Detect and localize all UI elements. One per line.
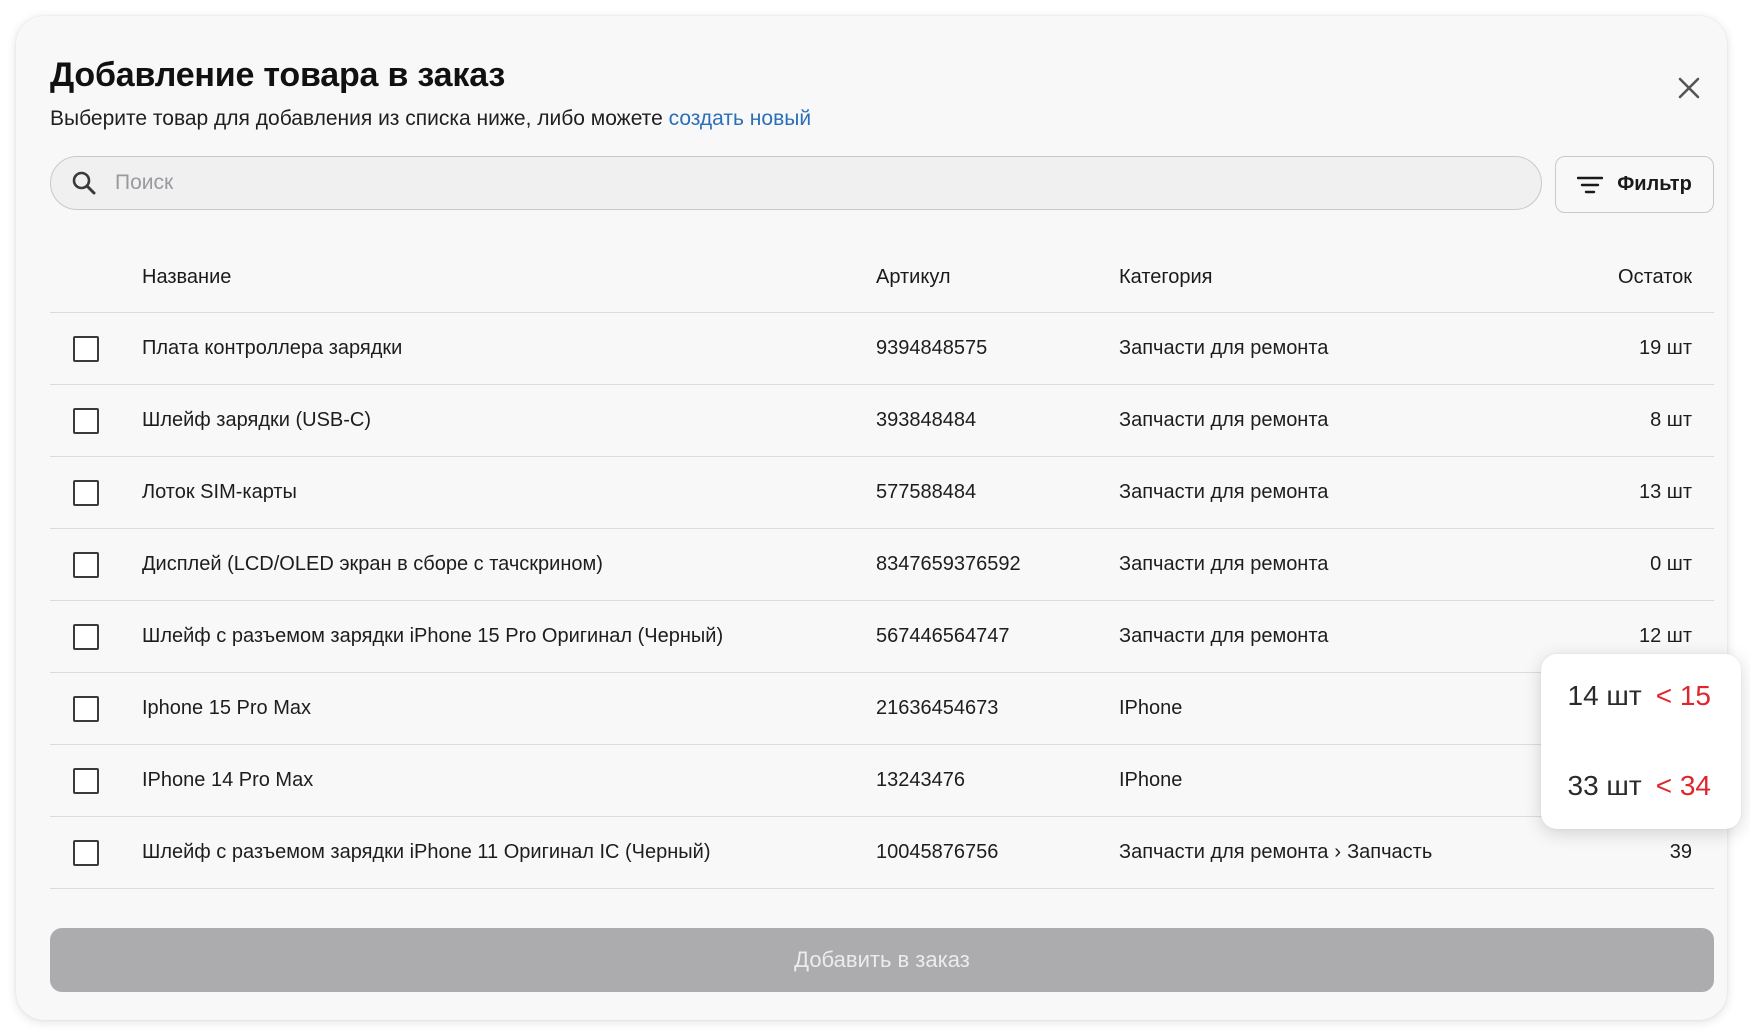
table-row[interactable]: IPhone 14 Pro Max 13243476 IPhone [50, 745, 1714, 817]
header-category[interactable]: Категория [1119, 266, 1213, 289]
add-product-dialog: Добавление товара в заказ Выберите товар… [16, 16, 1741, 1020]
products-table: Название Артикул Категория Остаток Плата… [50, 238, 1714, 889]
close-button[interactable] [1667, 66, 1711, 110]
row-checkbox[interactable] [73, 552, 99, 578]
product-subcategory: Запчасть [1347, 841, 1433, 863]
product-sku: 21636454673 [876, 697, 999, 719]
dialog-title: Добавление товара в заказ [50, 56, 506, 94]
header-stock[interactable]: Остаток [1618, 266, 1692, 289]
product-category: IPhone [1119, 769, 1183, 791]
stock-qty: 33 шт [1567, 770, 1642, 801]
product-category: Запчасти для ремонта [1119, 553, 1329, 575]
product-name: Шлейф с разъемом зарядки iPhone 11 Ориги… [142, 841, 711, 863]
product-name: Дисплей (LCD/OLED экран в сборе с тачскр… [142, 553, 603, 575]
product-category: Запчасти для ремонта [1119, 337, 1329, 359]
product-sku: 10045876756 [876, 841, 999, 863]
product-category-path: Запчасти для ремонта › Запчасть [1119, 841, 1432, 864]
product-category: Запчасти для ремонта [1119, 841, 1329, 863]
table-row[interactable]: Плата контроллера зарядки 9394848575 Зап… [50, 313, 1714, 385]
search-icon [71, 169, 99, 197]
product-sku: 577588484 [876, 481, 977, 503]
table-row[interactable]: Шлейф зарядки (USB-C) 393848484 Запчасти… [50, 385, 1714, 457]
table-row[interactable]: Шлейф с разъемом зарядки iPhone 15 Pro О… [50, 601, 1714, 673]
product-sku: 8347659376592 [876, 553, 1021, 575]
table-row[interactable]: Лоток SIM-карты 577588484 Запчасти для р… [50, 457, 1714, 529]
table-row[interactable]: Шлейф с разъемом зарядки iPhone 11 Ориги… [50, 817, 1714, 889]
close-icon [1678, 77, 1700, 99]
dialog-subtitle: Выберите товар для добавления из списка … [50, 107, 811, 131]
product-category: Запчасти для ремонта [1119, 409, 1329, 431]
product-stock: 0 шт [1650, 553, 1692, 575]
product-category: IPhone [1119, 697, 1183, 719]
row-checkbox[interactable] [73, 768, 99, 794]
product-name: Лоток SIM-карты [142, 481, 297, 503]
stock-popover-item: 33 шт < 34 [1568, 770, 1712, 802]
product-category: Запчасти для ремонта [1119, 481, 1329, 503]
product-sku: 393848484 [876, 409, 977, 431]
table-header: Название Артикул Категория Остаток [50, 238, 1714, 313]
product-name: IPhone 14 Pro Max [142, 769, 314, 791]
row-checkbox[interactable] [73, 408, 99, 434]
row-checkbox[interactable] [73, 624, 99, 650]
table-row[interactable]: Дисплей (LCD/OLED экран в сборе с тачскр… [50, 529, 1714, 601]
product-stock: 19 шт [1638, 337, 1692, 359]
filter-button[interactable]: Фильтр [1555, 156, 1714, 213]
stock-limit: < 15 [1655, 680, 1711, 711]
header-sku[interactable]: Артикул [876, 266, 951, 289]
product-stock: 8 шт [1650, 409, 1692, 431]
stock-qty: 14 шт [1567, 680, 1642, 711]
stock-popover-item: 14 шт < 15 [1568, 680, 1712, 712]
product-sku: 9394848575 [876, 337, 988, 359]
product-name: Iphone 15 Pro Max [142, 697, 311, 719]
product-sku: 567446564747 [876, 625, 1010, 647]
product-stock: 39 [1669, 841, 1692, 863]
stock-limit: < 34 [1655, 770, 1711, 801]
product-category: Запчасти для ремонта [1119, 625, 1329, 647]
add-to-order-button[interactable]: Добавить в заказ [50, 928, 1714, 992]
product-sku: 13243476 [876, 769, 965, 791]
subtitle-text: Выберите товар для добавления из списка … [50, 107, 669, 130]
stock-popover: 14 шт < 15 33 шт < 34 [1541, 654, 1741, 829]
search-field[interactable] [50, 156, 1542, 210]
filter-label: Фильтр [1617, 173, 1692, 195]
table-row[interactable]: Iphone 15 Pro Max 21636454673 IPhone [50, 673, 1714, 745]
product-name: Плата контроллера зарядки [142, 337, 403, 359]
product-name: Шлейф с разъемом зарядки iPhone 15 Pro О… [142, 625, 724, 647]
product-stock: 13 шт [1638, 481, 1692, 503]
row-checkbox[interactable] [73, 696, 99, 722]
filter-icon [1577, 176, 1604, 193]
row-checkbox[interactable] [73, 480, 99, 506]
search-input[interactable] [113, 170, 1417, 196]
breadcrumb-separator: › [1334, 841, 1342, 863]
product-name: Шлейф зарядки (USB-C) [142, 409, 372, 431]
header-name[interactable]: Название [142, 266, 231, 289]
row-checkbox[interactable] [73, 336, 99, 362]
product-stock: 12 шт [1638, 625, 1692, 647]
create-new-link[interactable]: создать новый [669, 107, 811, 130]
row-checkbox[interactable] [73, 840, 99, 866]
